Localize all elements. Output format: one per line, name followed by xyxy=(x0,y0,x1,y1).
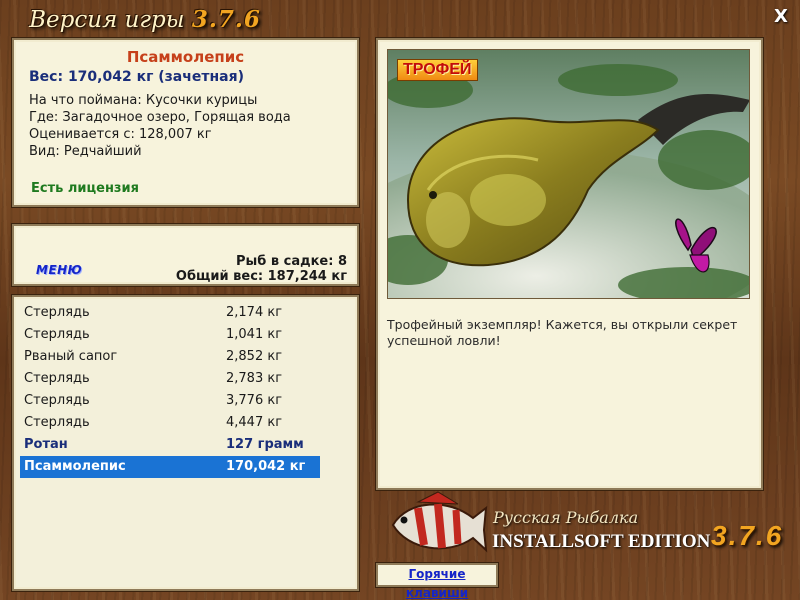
place-line: Где: Загадочное озеро, Горящая вода xyxy=(29,110,291,125)
list-item-weight: 170,042 кг xyxy=(226,459,306,474)
list-item-name: Стерлядь xyxy=(24,415,90,430)
list-item[interactable]: Рваный сапог 2,852 кг xyxy=(20,346,351,368)
fish-weight: Вес: 170,042 кг (зачетная) xyxy=(29,69,244,85)
title-version: 3.7.6 xyxy=(191,6,261,33)
menu-button[interactable]: МЕНЮ xyxy=(36,263,82,277)
catch-list: Стерлядь 2,174 кг Стерлядь 1,041 кг Рван… xyxy=(12,295,359,591)
keepnet-summary-panel: МЕНЮ Рыб в садке: 8 Общий вес: 187,244 к… xyxy=(12,224,359,286)
list-item[interactable]: Стерлядь 1,041 кг xyxy=(20,324,351,346)
total-weight: Общий вес: 187,244 кг xyxy=(175,269,347,284)
brand-edition: INSTALLSOFT EDITION xyxy=(492,531,711,552)
list-item-name: Стерлядь xyxy=(24,305,90,320)
title-text: Версия игры xyxy=(29,7,185,33)
bait-line: На что поймана: Кусочки курицы xyxy=(29,93,258,108)
window-title: Версия игры 3.7.6 xyxy=(0,6,290,38)
list-item-name: Стерлядь xyxy=(24,393,90,408)
trophy-description: Трофейный экземпляр! Кажется, вы открыли… xyxy=(387,317,738,348)
brand-version: 3.7.6 xyxy=(711,520,784,551)
list-item-name: Стерлядь xyxy=(24,371,90,386)
fish-logo-icon xyxy=(391,491,488,553)
list-item-selected[interactable]: Псаммолепис 170,042 кг xyxy=(20,456,320,478)
kind-line: Вид: Редчайший xyxy=(29,144,142,159)
min-weight-line: Оцениваeтся с: 128,007 кг xyxy=(29,127,212,142)
list-item-weight: 2,174 кг xyxy=(226,305,283,320)
keepnet-stats: Рыб в садке: 8 Общий вес: 187,244 кг xyxy=(176,254,347,284)
list-item[interactable]: Стерлядь 3,776 кг xyxy=(20,390,351,412)
list-item-name: Ротан xyxy=(24,437,68,452)
catch-info-panel: Псаммолепис Вес: 170,042 кг (зачетная) Н… xyxy=(12,38,359,207)
list-item-weight: 127 грамм xyxy=(226,437,304,452)
hotkeys-button[interactable]: Горячие клавиши xyxy=(376,563,498,600)
fish-count: Рыб в садке: 8 xyxy=(235,254,347,269)
fish-photo: ТРОФЕЙ xyxy=(387,49,750,299)
list-item[interactable]: Стерлядь 2,783 кг xyxy=(20,368,351,390)
trophy-panel: ТРОФЕЙ Трофейный экземпляр! Кажется, вы … xyxy=(376,38,763,490)
trophy-badge: ТРОФЕЙ xyxy=(397,59,478,81)
close-button[interactable]: X xyxy=(770,6,792,28)
list-item[interactable]: Стерлядь 2,174 кг xyxy=(20,302,351,324)
fish-name: Псаммолепис xyxy=(126,48,245,66)
list-item-weight: 1,041 кг xyxy=(226,327,283,342)
list-item-name: Псаммолепис xyxy=(24,459,126,474)
list-item-name: Рваный сапог xyxy=(24,349,118,364)
list-item-name: Стерлядь xyxy=(24,327,90,342)
list-item-weight: 2,783 кг xyxy=(226,371,283,386)
license-status: Есть лицензия xyxy=(31,181,139,196)
fish-illustration xyxy=(388,50,749,298)
list-item-weight: 4,447 кг xyxy=(226,415,283,430)
list-item-weight: 2,852 кг xyxy=(226,349,283,364)
list-item-weight: 3,776 кг xyxy=(226,393,283,408)
list-item[interactable]: Стерлядь 4,447 кг xyxy=(20,412,351,434)
list-item-highlighted[interactable]: Ротан 127 грамм xyxy=(20,434,351,456)
brand-title: Русская Рыбалка xyxy=(493,508,639,527)
